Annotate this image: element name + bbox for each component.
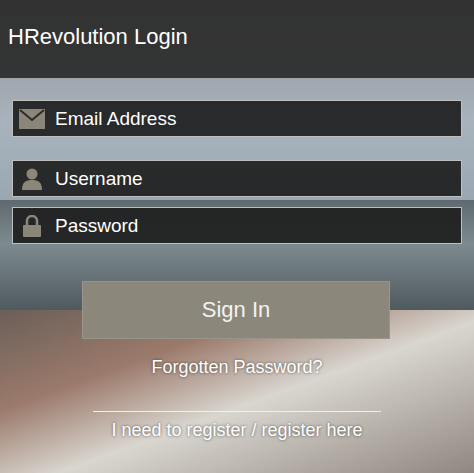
title-bar: HRevolution Login	[0, 0, 474, 78]
person-icon	[22, 168, 42, 190]
lock-icon	[23, 215, 41, 237]
envelope-icon	[19, 109, 45, 129]
register-link[interactable]: I need to register / register here	[111, 420, 362, 441]
title: HRevolution Login	[8, 24, 188, 50]
sign-in-button[interactable]: Sign In	[82, 281, 390, 339]
password-input[interactable]	[51, 209, 461, 243]
username-input[interactable]	[51, 162, 461, 196]
divider	[93, 411, 381, 412]
password-field[interactable]	[12, 207, 462, 244]
email-input[interactable]	[51, 102, 461, 136]
username-field[interactable]	[12, 160, 462, 197]
forgot-password-link[interactable]: Forgotten Password?	[151, 357, 322, 378]
email-field[interactable]	[12, 100, 462, 137]
login-page: HRevolution Login Sign In Forgotten Pass…	[0, 0, 474, 473]
